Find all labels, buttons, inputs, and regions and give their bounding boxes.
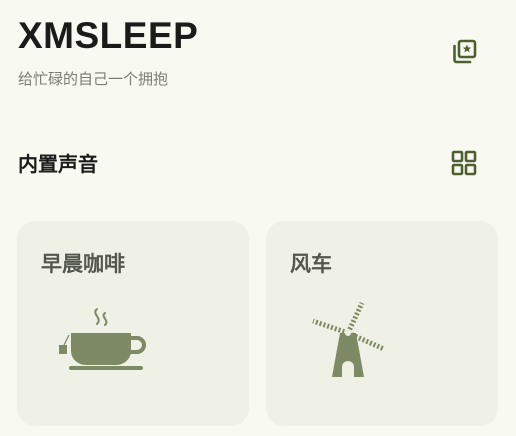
sound-card-morning-coffee[interactable]: 早晨咖啡 (17, 221, 249, 426)
favorites-gallery-button[interactable] (444, 32, 484, 72)
sound-card-label: 早晨咖啡 (41, 252, 125, 276)
section-title-builtin-sounds: 内置声音 (18, 152, 98, 176)
grid-view-button[interactable] (444, 143, 484, 183)
photo-library-star-icon (453, 39, 477, 64)
app-subtitle: 给忙碌的自己一个拥抱 (18, 70, 169, 88)
sound-card-windmill[interactable]: 风车 (266, 221, 498, 426)
app-title: XMSLEEP (18, 15, 199, 56)
windmill-icon (312, 301, 386, 377)
sound-card-label: 风车 (290, 252, 332, 276)
grid-view-icon (451, 150, 477, 176)
coffee-cup-icon (59, 308, 146, 370)
